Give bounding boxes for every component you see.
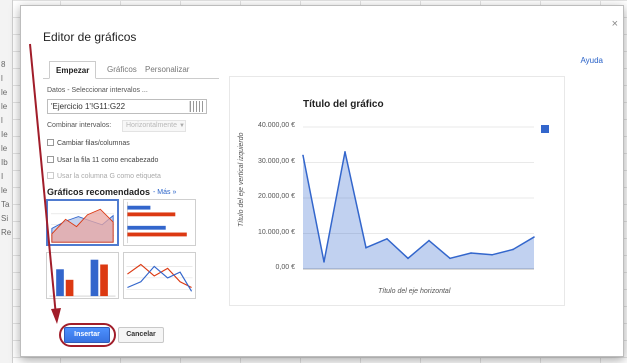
row-header-fragment: le [1,186,8,195]
row-header-fragment: l [1,74,3,83]
row-header-fragment: Si [1,214,9,223]
cancel-button[interactable]: Cancelar [118,327,164,343]
screenshot-root: 8 l le le l Ie le Ib Ile Ta Si Re Editor de gráfico… [0,0,627,363]
area-chart-icon [50,208,115,243]
data-point [533,236,535,238]
column-chart-icon [49,259,116,297]
combine-ranges-select[interactable]: Horizontalmente [122,120,186,132]
combine-ranges-label: Combinar intervalos: [47,122,112,129]
dialog-title: Editor de gráficos [43,30,137,44]
tab-customize[interactable]: Personalizar [139,61,195,79]
option-label: Usar la fila 11 como encabezado [57,157,159,164]
option-label: Usar la columna G como etiqueta [57,173,161,180]
data-point [470,252,472,254]
row-header-fragment: Ta [1,200,10,209]
use-header-row-option[interactable]: Usar la fila 11 como encabezado [47,156,158,164]
data-point [386,238,388,240]
area-chart-thumbnail[interactable] [46,199,119,246]
row-header-fragment: le [1,88,8,97]
data-point [407,257,409,260]
row-header-fragment: Re [1,228,12,237]
more-charts-link[interactable]: - Más » [153,189,176,196]
row-header-fragment: 8 [1,60,6,69]
tab-charts[interactable]: Gráficos [101,61,143,79]
column-chart-thumbnail[interactable] [46,252,119,299]
tab-start[interactable]: Empezar [49,61,97,79]
row-header-fragment: le [1,144,8,153]
checkbox [47,172,54,179]
use-label-column-option: Usar la columna G como etiqueta [47,172,161,180]
editor-tabs: Empezar Gráficos Personalizar [43,61,219,79]
data-point [323,261,325,263]
row-header-fragment: I [1,172,4,181]
chart-editor-dialog: Editor de gráficos × Ayuda Empezar Gráfi… [20,5,624,357]
bar-chart-icon [127,201,187,244]
close-icon[interactable]: × [612,18,618,30]
checkbox[interactable] [47,156,54,163]
data-point [344,151,346,153]
row-header-fragment: le [1,102,8,111]
series-area [303,151,534,269]
line-chart-thumbnail[interactable] [123,252,196,299]
checkbox[interactable] [47,139,54,146]
switch-rows-columns-option[interactable]: Cambiar filas/columnas [47,139,130,147]
help-link[interactable]: Ayuda [580,56,603,65]
data-point [428,239,430,242]
row-gutter: 8 l le le l Ie le Ib Ile Ta Si Re [0,0,13,363]
data-point [512,248,514,251]
chevron-down-icon: ▼ [179,123,185,129]
data-point [449,257,451,260]
insert-button[interactable]: Insertar [64,327,110,343]
row-header-fragment: Ie [1,130,8,139]
data-range-label: Datos - Seleccionar intervalos ... [47,87,148,94]
line-chart-icon [126,263,193,292]
chart-plot [302,126,535,270]
chart-preview: Título del gráfico Título del eje vertic… [229,76,565,306]
recommended-charts-title: Gráficos recomendados [47,187,151,197]
bar-chart-thumbnail[interactable] [123,199,196,246]
option-label: Cambiar filas/columnas [57,140,130,147]
data-point [365,246,367,249]
row-header-fragment: Ib [1,158,8,167]
data-point [491,254,493,256]
data-range-input[interactable]: 'Ejercicio 1'!G11:G22 [47,99,207,114]
data-point [302,154,304,157]
row-header-fragment: l [1,116,3,125]
range-picker-icon[interactable] [189,101,203,112]
